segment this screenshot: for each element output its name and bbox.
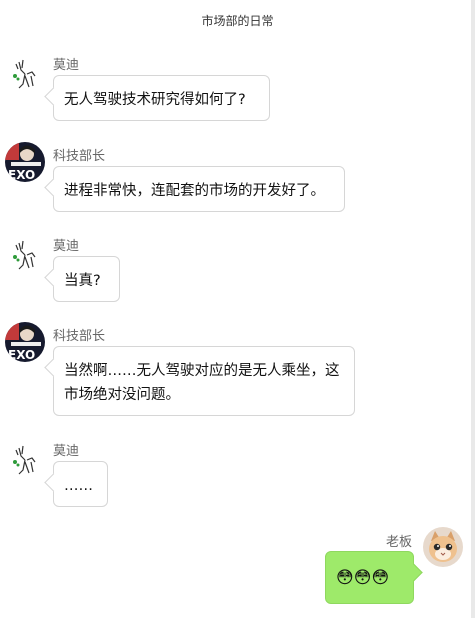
chat-title: 市场部的日常 [201,14,274,28]
message-bubble[interactable]: 无人驾驶技术研究得如何了? [53,75,270,121]
message-bubble-self[interactable]: 😳😳😳 [325,551,414,604]
avatar-modi[interactable] [5,440,45,480]
sender-name: 科技部长 [53,149,106,164]
deer-sketch-icon [5,235,45,275]
deer-sketch-icon [5,440,45,480]
scrollbar-track[interactable] [471,0,475,618]
avatar-tech-minister[interactable]: EXO [5,322,45,362]
exo-poster-icon: EXO [5,142,45,182]
avatar-tech-minister[interactable]: EXO [5,142,45,182]
deer-sketch-icon [5,54,45,94]
svg-text:EXO: EXO [8,168,35,182]
exo-poster-icon: EXO [5,322,45,362]
message-bubble[interactable]: 当然啊……无人驾驶对应的是无人乘坐，这市场绝对没问题。 [53,346,355,416]
avatar-modi[interactable] [5,54,45,94]
cat-icon [423,527,463,567]
svg-text:EXO: EXO [8,348,35,362]
sender-name: 科技部长 [53,329,106,344]
sender-name: 莫迪 [53,239,80,254]
sender-name: 老板 [386,535,413,550]
message-bubble[interactable]: 当真? [53,256,120,302]
sender-name: 莫迪 [53,58,80,73]
avatar-modi[interactable] [5,235,45,275]
sender-name: 莫迪 [53,444,80,459]
message-bubble[interactable]: …… [53,461,108,507]
avatar-boss[interactable] [423,527,463,567]
message-bubble[interactable]: 进程非常快，连配套的市场的开发好了。 [53,166,345,212]
